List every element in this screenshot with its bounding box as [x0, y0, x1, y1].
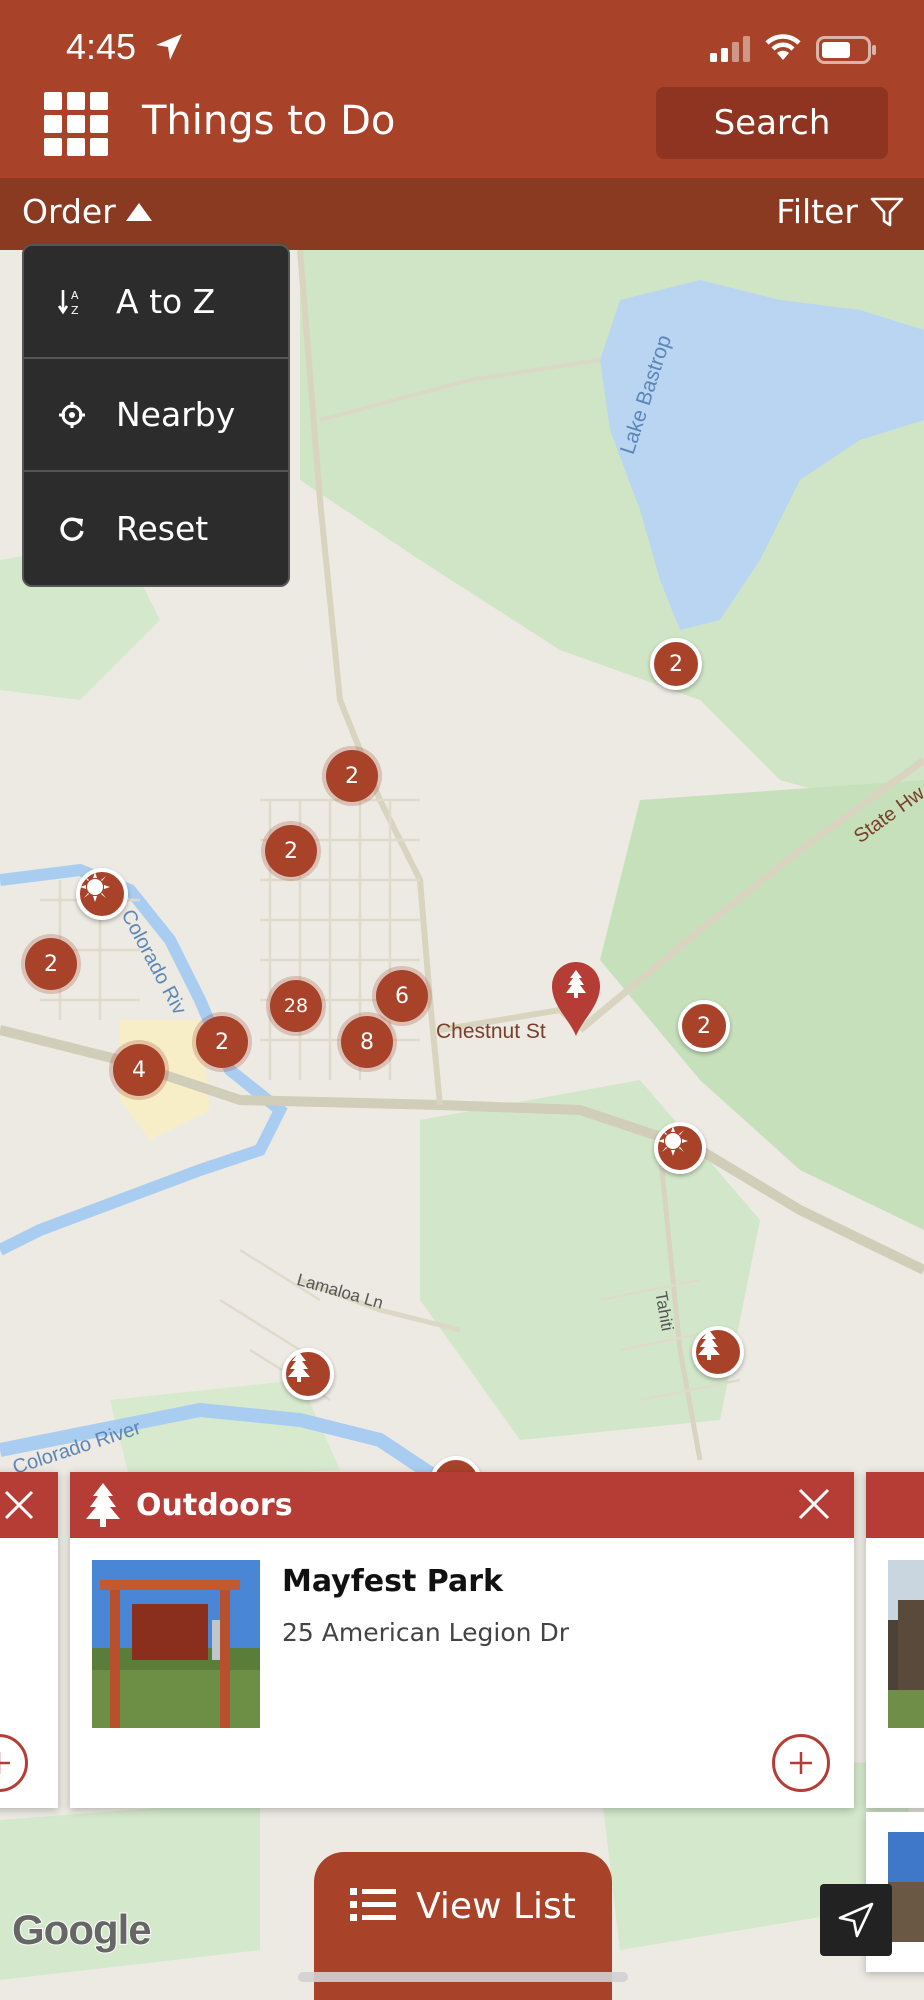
my-location-button[interactable] — [820, 1884, 892, 1956]
event-marker-sunburst-icon[interactable] — [654, 1122, 706, 1174]
order-label: Order — [22, 192, 116, 231]
close-icon[interactable] — [2, 1488, 36, 1522]
card-header — [866, 1472, 924, 1538]
outdoors-marker-tree-icon[interactable] — [692, 1326, 744, 1378]
menu-item-label: Nearby — [116, 395, 236, 434]
filter-button[interactable]: Filter — [776, 192, 904, 231]
navigation-arrow-icon — [838, 1902, 874, 1938]
map-cluster-marker[interactable]: 4 — [113, 1044, 165, 1096]
place-photo[interactable] — [92, 1560, 260, 1728]
place-card[interactable]: Outdoors Mayfest Park 25 American Legion… — [70, 1472, 854, 1808]
place-name[interactable]: Mayfest Park — [282, 1564, 503, 1599]
place-address: 25 American Legion Dr — [282, 1618, 569, 1647]
close-icon[interactable] — [794, 1484, 834, 1524]
filter-label: Filter — [776, 192, 858, 231]
svg-text:A: A — [71, 289, 79, 302]
search-button[interactable]: Search — [656, 87, 888, 159]
view-list-label: View List — [416, 1886, 576, 1927]
map-cluster-marker[interactable]: 2 — [326, 750, 378, 802]
map-cluster-marker[interactable]: 2 — [265, 825, 317, 877]
map-cluster-marker[interactable]: 28 — [270, 980, 322, 1032]
card-header: Outdoors — [70, 1472, 854, 1538]
adjacent-card-left[interactable] — [0, 1472, 58, 1808]
card-header — [0, 1472, 58, 1538]
adjacent-card-right[interactable] — [866, 1472, 924, 1808]
map-cluster-marker[interactable]: 2 — [678, 1000, 730, 1052]
map-cluster-marker[interactable]: 2 — [25, 938, 77, 990]
app-header: 4:45 Things to Do Search — [0, 0, 924, 178]
map-cluster-marker[interactable]: 2 — [650, 638, 702, 690]
cellular-signal-icon — [710, 36, 750, 62]
menu-item-nearby[interactable]: Nearby — [24, 359, 288, 472]
svg-text:Z: Z — [71, 304, 79, 317]
filter-funnel-icon — [870, 197, 904, 226]
menu-item-a-to-z[interactable]: A Z A to Z — [24, 246, 288, 359]
add-button[interactable] — [772, 1734, 830, 1792]
event-marker-sunburst-icon[interactable] — [76, 868, 128, 920]
map-cluster-marker[interactable]: 2 — [196, 1016, 248, 1068]
battery-icon — [816, 36, 876, 64]
google-attribution-logo: Google — [11, 1905, 153, 1954]
menu-item-reset[interactable]: Reset — [24, 472, 288, 585]
selected-location-pin-icon[interactable] — [550, 960, 602, 1036]
home-indicator — [298, 1972, 628, 1982]
order-dropdown-menu: A Z A to Z Nearby Reset — [22, 244, 290, 587]
place-photo[interactable] — [888, 1560, 924, 1728]
order-button[interactable]: Order — [22, 192, 152, 231]
menu-item-label: Reset — [116, 509, 209, 548]
page-title: Things to Do — [142, 98, 396, 144]
sort-filter-bar: Order Filter — [0, 178, 924, 250]
add-button[interactable] — [0, 1734, 28, 1792]
menu-item-label: A to Z — [116, 282, 216, 321]
list-icon — [350, 1888, 397, 1921]
status-time: 4:45 — [66, 26, 137, 67]
wifi-icon — [765, 34, 801, 60]
map-cluster-marker[interactable]: 8 — [341, 1016, 393, 1068]
outdoors-marker-tree-icon[interactable] — [282, 1348, 334, 1400]
sort-alpha-icon: A Z — [54, 287, 90, 317]
caret-up-icon — [125, 202, 152, 221]
card-category: Outdoors — [136, 1487, 293, 1523]
map-label-chestnut-st: Chestnut St — [436, 1020, 546, 1043]
map-cluster-marker[interactable]: 6 — [376, 970, 428, 1022]
apps-grid-icon[interactable] — [44, 92, 108, 156]
crosshair-icon — [54, 400, 90, 430]
location-arrow-icon — [156, 34, 182, 60]
tree-icon — [86, 1483, 120, 1527]
reset-icon — [54, 514, 90, 544]
